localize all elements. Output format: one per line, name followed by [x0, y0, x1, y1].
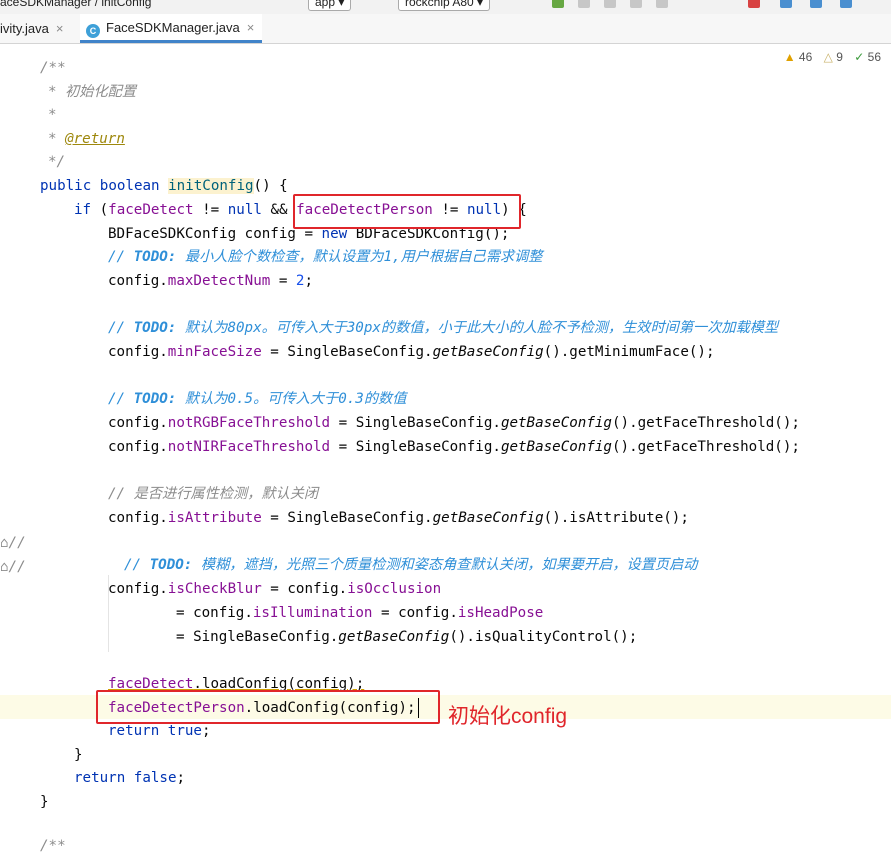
- code-line: /**: [40, 838, 66, 854]
- annotation-label: 初始化config: [448, 705, 568, 728]
- tab-facesdkmanager[interactable]: C FaceSDKManager.java ×: [80, 14, 263, 43]
- avd-manager-icon[interactable]: [810, 0, 822, 8]
- code-line: // TODO: 默认为0.5。可传入大于0.3的数值: [108, 391, 407, 407]
- close-icon[interactable]: ×: [247, 20, 255, 35]
- close-icon[interactable]: ×: [56, 21, 64, 36]
- editor-tab-bar: ivity.java × C FaceSDKManager.java ×: [0, 14, 891, 44]
- code-line: = config.isIllumination = config.isHeadP…: [176, 605, 544, 621]
- code-line: config.notNIRFaceThreshold = SingleBaseC…: [108, 439, 800, 455]
- code-line: config.minFaceSize = SingleBaseConfig.ge…: [108, 344, 715, 360]
- run-config-selector[interactable]: app ▾: [308, 0, 352, 11]
- sync-icon[interactable]: [780, 0, 792, 8]
- breadcrumb[interactable]: aceSDKManager / initConfig: [0, 0, 151, 9]
- code-line: * @return: [48, 131, 125, 147]
- code-line: config.isCheckBlur = config.isOcclusion: [108, 581, 442, 597]
- sdk-manager-icon[interactable]: [840, 0, 852, 8]
- run-icon[interactable]: [552, 0, 564, 8]
- apply-changes-icon[interactable]: [630, 0, 642, 8]
- tab-label: ivity.java: [0, 21, 49, 36]
- code-line: = SingleBaseConfig.getBaseConfig().isQua…: [176, 629, 638, 645]
- code-line: // TODO: 最小人脸个数检查，默认设置为1,用户根据自己需求调整: [108, 249, 543, 265]
- profile-icon[interactable]: [604, 0, 616, 8]
- debug-icon[interactable]: [578, 0, 590, 8]
- stop-icon[interactable]: [748, 0, 760, 8]
- code-line: return false;: [74, 770, 186, 786]
- device-selector[interactable]: rockchip A80 ▾: [398, 0, 491, 11]
- attach-debugger-icon[interactable]: [656, 0, 668, 8]
- code-line: config.maxDetectNum = 2;: [108, 273, 314, 289]
- java-class-icon: C: [86, 24, 100, 38]
- top-toolbar: aceSDKManager / initConfig app ▾ rockchi…: [0, 0, 891, 14]
- highlight-box-condition: [293, 194, 521, 229]
- tab-label: FaceSDKManager.java: [106, 20, 240, 35]
- code-line: return true;: [108, 723, 211, 739]
- code-line: config.notRGBFaceThreshold = SingleBaseC…: [108, 415, 800, 431]
- code-line: }: [40, 794, 49, 810]
- code-line: */: [48, 154, 66, 170]
- highlight-box-loadconfig: [96, 690, 440, 724]
- code-line: config.isAttribute = SingleBaseConfig.ge…: [108, 510, 689, 526]
- code-line: // TODO: 默认为80px。可传入大于30px的数值，小于此大小的人脸不予…: [108, 320, 779, 336]
- code-line: }: [74, 747, 83, 763]
- code-line: // TODO: 模糊，遮挡，光照三个质量检测和姿态角查默认关闭，如果要开启，设…: [124, 557, 698, 573]
- code-line: public boolean initConfig() {: [40, 178, 288, 194]
- code-line: // 是否进行属性检测，默认关闭: [108, 486, 319, 502]
- code-line: *: [48, 107, 57, 123]
- code-line: * 初始化配置: [48, 84, 137, 100]
- code-line: /**: [40, 60, 66, 76]
- tab-activity[interactable]: ivity.java ×: [0, 14, 63, 43]
